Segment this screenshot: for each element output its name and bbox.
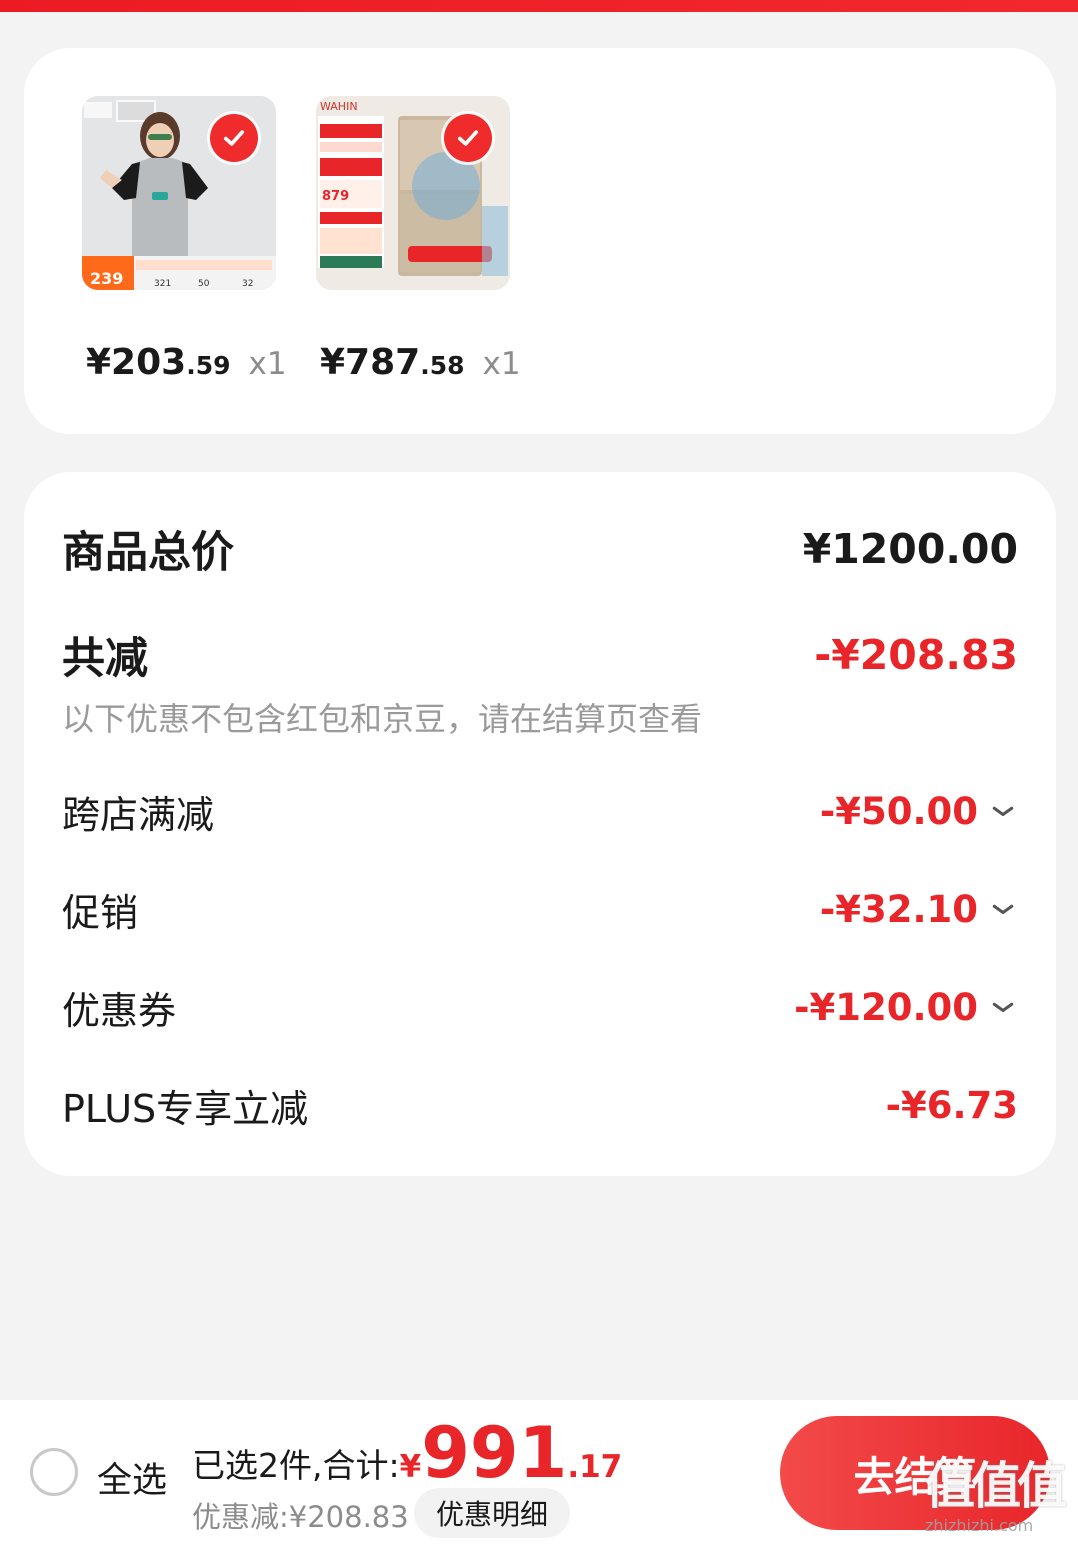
discount-row-coupon[interactable]: 优惠券 -¥120.00	[62, 980, 1018, 1035]
discount-amount: -¥50.00	[819, 790, 978, 833]
svg-text:WAHIN: WAHIN	[320, 100, 358, 113]
checkout-bar: 全选 已选2件,合计: ¥ 991 .17 优惠减:¥208.83 优惠明细 去…	[0, 1400, 1078, 1548]
svg-text:239: 239	[90, 269, 123, 288]
discount-label: 优惠券	[62, 989, 177, 1033]
product-quantity: x1	[248, 346, 287, 382]
price-integer: ¥203	[86, 342, 187, 383]
price-decimal: .58	[420, 351, 465, 380]
total-integer: 991	[421, 1412, 568, 1494]
selected-check-icon[interactable]	[444, 114, 492, 162]
product-quantity: x1	[482, 346, 521, 382]
discount-value[interactable]: -¥50.00	[820, 790, 1018, 833]
selected-products-card: 239 321 50 32 ¥203 .59 x1 WAHIN 879 ¥787…	[24, 48, 1056, 434]
selected-check-icon[interactable]	[210, 114, 258, 162]
product-price: ¥787 .58 x1	[320, 342, 521, 383]
product-item[interactable]: WAHIN 879 ¥787 .58 x1	[316, 96, 521, 383]
svg-text:321: 321	[154, 279, 171, 289]
price-decimal: .59	[186, 351, 231, 380]
select-all-label[interactable]: 全选	[97, 1452, 167, 1503]
total-currency: ¥	[399, 1449, 422, 1485]
total-price-value: ¥1200.00	[802, 525, 1018, 573]
discount-value: -¥6.73	[886, 1084, 1018, 1127]
discount-note: 以下优惠不包含红包和京豆，请在结算页查看	[62, 700, 703, 738]
discount-amount: -¥6.73	[885, 1084, 1018, 1127]
discount-amount: -¥120.00	[794, 986, 978, 1029]
chevron-down-icon[interactable]	[988, 895, 1018, 925]
select-all-radio[interactable]	[30, 1448, 78, 1496]
discount-label: 跨店满减	[62, 793, 215, 837]
total-reduce-row: 共减 -¥208.83	[62, 624, 1018, 686]
selected-total-label: 已选2件,合计:	[192, 1446, 400, 1485]
chevron-down-icon[interactable]	[988, 797, 1018, 827]
total-reduce-label: 共减	[62, 634, 148, 684]
total-reduce-value: -¥208.83	[814, 631, 1018, 679]
svg-text:879: 879	[322, 189, 349, 204]
discount-amount: -¥32.10	[819, 888, 978, 931]
price-integer: ¥787	[320, 342, 421, 383]
discount-row-promotion[interactable]: 促销 -¥32.10	[62, 882, 1018, 937]
discount-value[interactable]: -¥120.00	[794, 986, 1018, 1029]
tshirt-product-image[interactable]: 239 321 50 32	[82, 96, 276, 290]
total-price-row: 商品总价 ¥1200.00	[62, 518, 1018, 580]
discount-summary: 优惠减:¥208.83	[192, 1500, 409, 1534]
chevron-down-icon[interactable]	[988, 993, 1018, 1023]
discount-label: PLUS专享立减	[62, 1087, 309, 1131]
selected-total: 已选2件,合计: ¥ 991 .17	[192, 1418, 622, 1488]
total-price-label: 商品总价	[62, 528, 234, 578]
top-accent-bar	[0, 0, 1078, 12]
discount-row-plus: PLUS专享立减 -¥6.73	[62, 1078, 1018, 1133]
total-decimal: .17	[567, 1449, 623, 1485]
watermark-logo: 值值值	[925, 1457, 1067, 1515]
product-item[interactable]: 239 321 50 32 ¥203 .59 x1	[82, 96, 287, 383]
discount-value[interactable]: -¥32.10	[820, 888, 1018, 931]
discount-label: 促销	[62, 891, 139, 935]
svg-text:32: 32	[242, 279, 253, 289]
watermark: 值值值 zhizhizhi.com	[925, 1446, 1075, 1544]
discount-row-cross-store[interactable]: 跨店满减 -¥50.00	[62, 784, 1018, 839]
svg-text:50: 50	[198, 279, 210, 289]
price-summary-card: 商品总价 ¥1200.00 共减 -¥208.83 以下优惠不包含红包和京豆，请…	[24, 472, 1056, 1176]
fridge-product-image[interactable]: WAHIN 879	[316, 96, 510, 290]
discount-detail-button[interactable]: 优惠明细	[414, 1488, 570, 1538]
product-price: ¥203 .59 x1	[86, 342, 287, 383]
watermark-url: zhizhizhi.com	[925, 1516, 1034, 1535]
